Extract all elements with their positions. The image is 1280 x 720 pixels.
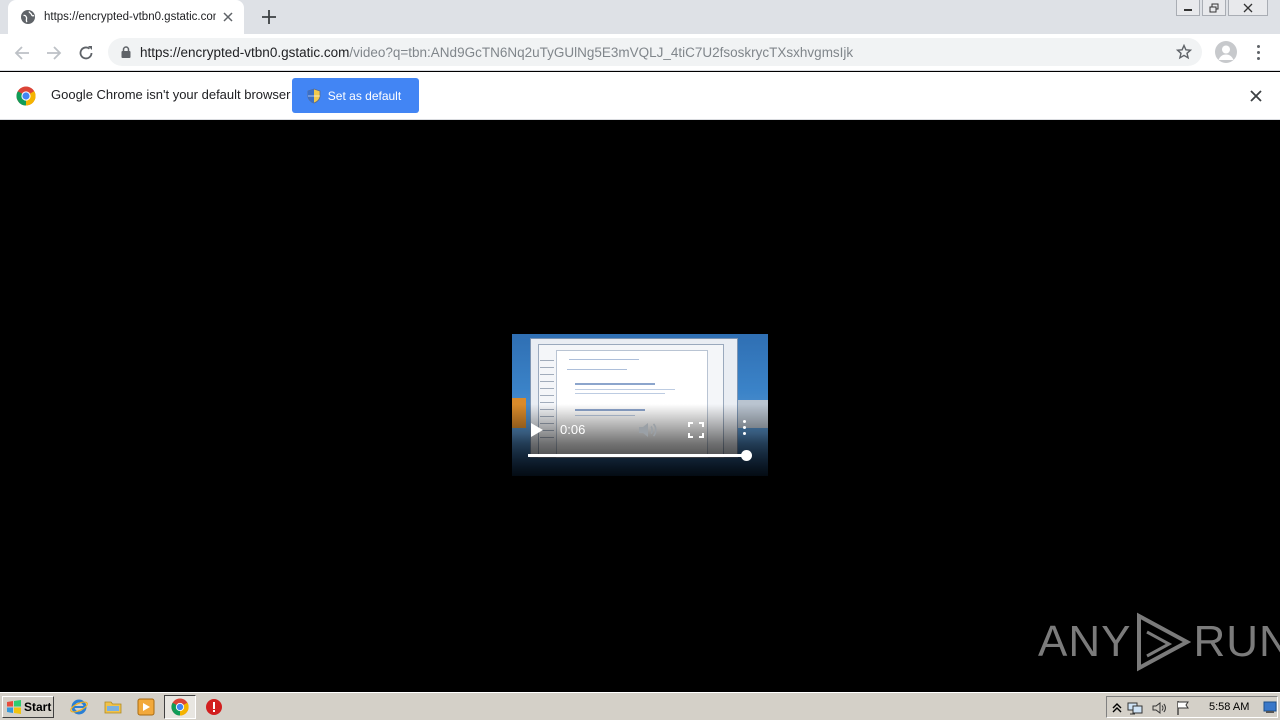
video-controls: 0:06 bbox=[512, 414, 768, 474]
start-label: Start bbox=[24, 700, 52, 714]
video-menu-icon[interactable] bbox=[742, 420, 746, 438]
url-text: https://encrypted-vtbn0.gstatic.com/vide… bbox=[140, 45, 853, 60]
network-icon[interactable] bbox=[1127, 700, 1143, 716]
show-desktop-icon[interactable] bbox=[1262, 699, 1278, 715]
tab-video[interactable]: https://encrypted-vtbn0.gstatic.com/vide… bbox=[8, 0, 244, 34]
plus-icon bbox=[262, 10, 276, 24]
chrome-taskbar-icon[interactable] bbox=[171, 698, 189, 716]
video-progress-thumb[interactable] bbox=[741, 450, 752, 461]
close-infobar-icon[interactable] bbox=[1248, 88, 1264, 104]
chrome-logo-icon bbox=[16, 86, 36, 106]
minimize-button[interactable] bbox=[1176, 0, 1200, 16]
close-icon bbox=[1243, 3, 1253, 12]
anyrun-watermark: ANY RUN bbox=[1038, 612, 1280, 672]
forward-button[interactable] bbox=[43, 42, 65, 64]
watermark-right: RUN bbox=[1193, 617, 1280, 666]
video-progress-bar[interactable] bbox=[528, 450, 752, 461]
reload-icon bbox=[79, 46, 93, 60]
url-host: https://encrypted-vtbn0.gstatic.com bbox=[140, 44, 350, 60]
person-icon bbox=[1218, 45, 1234, 60]
set-as-default-button[interactable]: Set as default bbox=[292, 78, 419, 113]
taskbar-clock: 5:58 AM bbox=[1209, 701, 1250, 713]
tab-strip: https://encrypted-vtbn0.gstatic.com/vide… bbox=[0, 0, 1280, 34]
show-hidden-icons-icon[interactable] bbox=[1109, 700, 1125, 716]
close-tab-icon[interactable] bbox=[220, 9, 236, 25]
globe-icon bbox=[20, 9, 36, 25]
tab-title: https://encrypted-vtbn0.gstatic.com/vide… bbox=[44, 11, 216, 23]
windows-taskbar: Start 5:58 AM bbox=[0, 692, 1280, 720]
address-bar[interactable]: https://encrypted-vtbn0.gstatic.com/vide… bbox=[108, 38, 1202, 66]
lock-icon[interactable] bbox=[120, 45, 132, 59]
restore-icon bbox=[1209, 3, 1219, 12]
watermark-left: ANY bbox=[1038, 617, 1132, 666]
system-tray: 5:58 AM bbox=[1106, 696, 1278, 718]
close-window-button[interactable] bbox=[1228, 0, 1268, 16]
window-controls bbox=[1174, 0, 1268, 16]
minimize-icon bbox=[1184, 8, 1192, 11]
play-triangle-icon bbox=[1137, 612, 1192, 672]
action-center-flag-icon[interactable] bbox=[1175, 700, 1191, 716]
uac-shield-icon bbox=[307, 88, 321, 103]
page-viewport: 0:06 ANY RUN bbox=[0, 120, 1280, 692]
set-as-default-label: Set as default bbox=[327, 88, 402, 103]
video-current-time: 0:06 bbox=[560, 422, 586, 437]
video-progress-fill bbox=[528, 454, 746, 457]
restore-button[interactable] bbox=[1202, 0, 1226, 16]
arrow-left-icon bbox=[14, 46, 29, 60]
stop-sign-icon[interactable] bbox=[205, 698, 223, 716]
browser-toolbar: https://encrypted-vtbn0.gstatic.com/vide… bbox=[0, 34, 1280, 71]
back-button[interactable] bbox=[11, 42, 33, 64]
reload-button[interactable] bbox=[75, 42, 97, 64]
internet-explorer-icon[interactable] bbox=[70, 698, 88, 716]
volume-icon[interactable] bbox=[637, 420, 659, 440]
browser-menu-icon[interactable] bbox=[1250, 42, 1266, 62]
arrow-right-icon bbox=[47, 46, 62, 60]
new-tab-button[interactable] bbox=[258, 7, 280, 27]
default-browser-infobar: Google Chrome isn't your default browser… bbox=[0, 72, 1280, 120]
file-explorer-icon[interactable] bbox=[104, 698, 122, 716]
infobar-message: Google Chrome isn't your default browser bbox=[51, 87, 291, 102]
windows-logo-icon bbox=[7, 700, 21, 714]
profile-avatar[interactable] bbox=[1215, 41, 1237, 63]
media-player-icon[interactable] bbox=[137, 698, 155, 716]
url-path: /video?q=tbn:ANd9GcTN6Nq2uTyGUlNg5E3mVQL… bbox=[349, 44, 854, 60]
fullscreen-icon[interactable] bbox=[688, 422, 704, 438]
start-button[interactable]: Start bbox=[2, 696, 54, 718]
play-icon[interactable] bbox=[530, 422, 544, 438]
speaker-icon[interactable] bbox=[1151, 700, 1167, 716]
bookmark-star-icon[interactable] bbox=[1176, 44, 1192, 60]
